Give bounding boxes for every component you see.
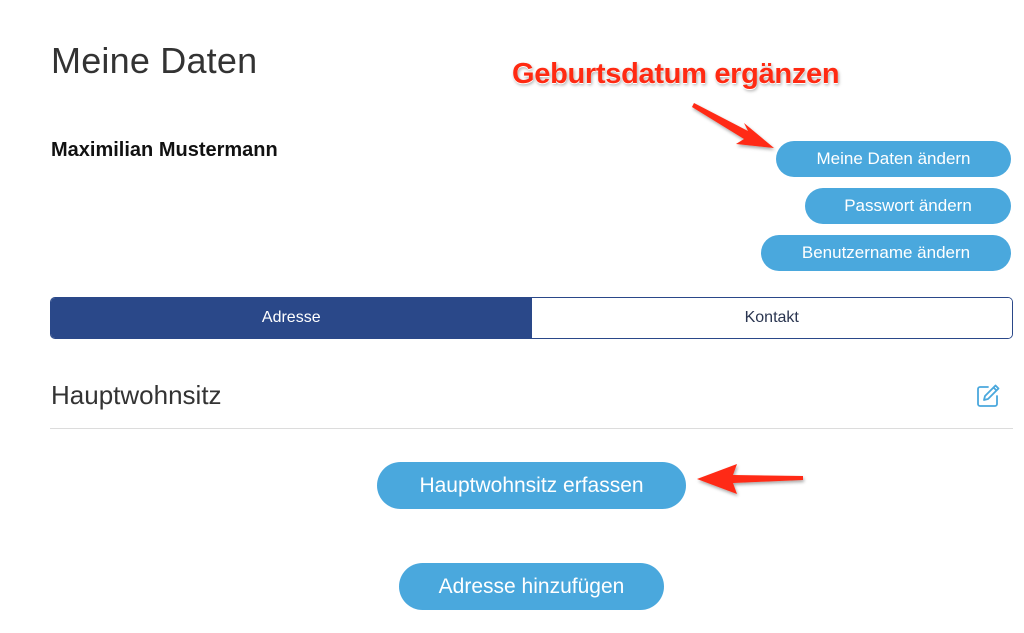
add-address-button[interactable]: Adresse hinzufügen: [399, 563, 664, 610]
edit-my-data-button[interactable]: Meine Daten ändern: [776, 141, 1011, 177]
tab-kontakt[interactable]: Kontakt: [531, 298, 1012, 338]
change-username-button[interactable]: Benutzername ändern: [761, 235, 1011, 271]
section-divider: [50, 428, 1013, 429]
section-title: Hauptwohnsitz: [51, 380, 222, 410]
tab-bar: Adresse Kontakt: [50, 297, 1013, 339]
add-main-residence-button[interactable]: Hauptwohnsitz erfassen: [377, 462, 686, 509]
annotation-arrow-icon: [697, 464, 803, 494]
change-password-button[interactable]: Passwort ändern: [805, 188, 1011, 224]
edit-icon[interactable]: [975, 383, 1001, 409]
tab-adresse[interactable]: Adresse: [51, 298, 532, 338]
annotation-arrow-icon: [692, 103, 774, 148]
page-title: Meine Daten: [51, 40, 258, 81]
user-name: Maximilian Mustermann: [51, 139, 278, 161]
annotation-text: Geburtsdatum ergänzen: [512, 58, 840, 90]
